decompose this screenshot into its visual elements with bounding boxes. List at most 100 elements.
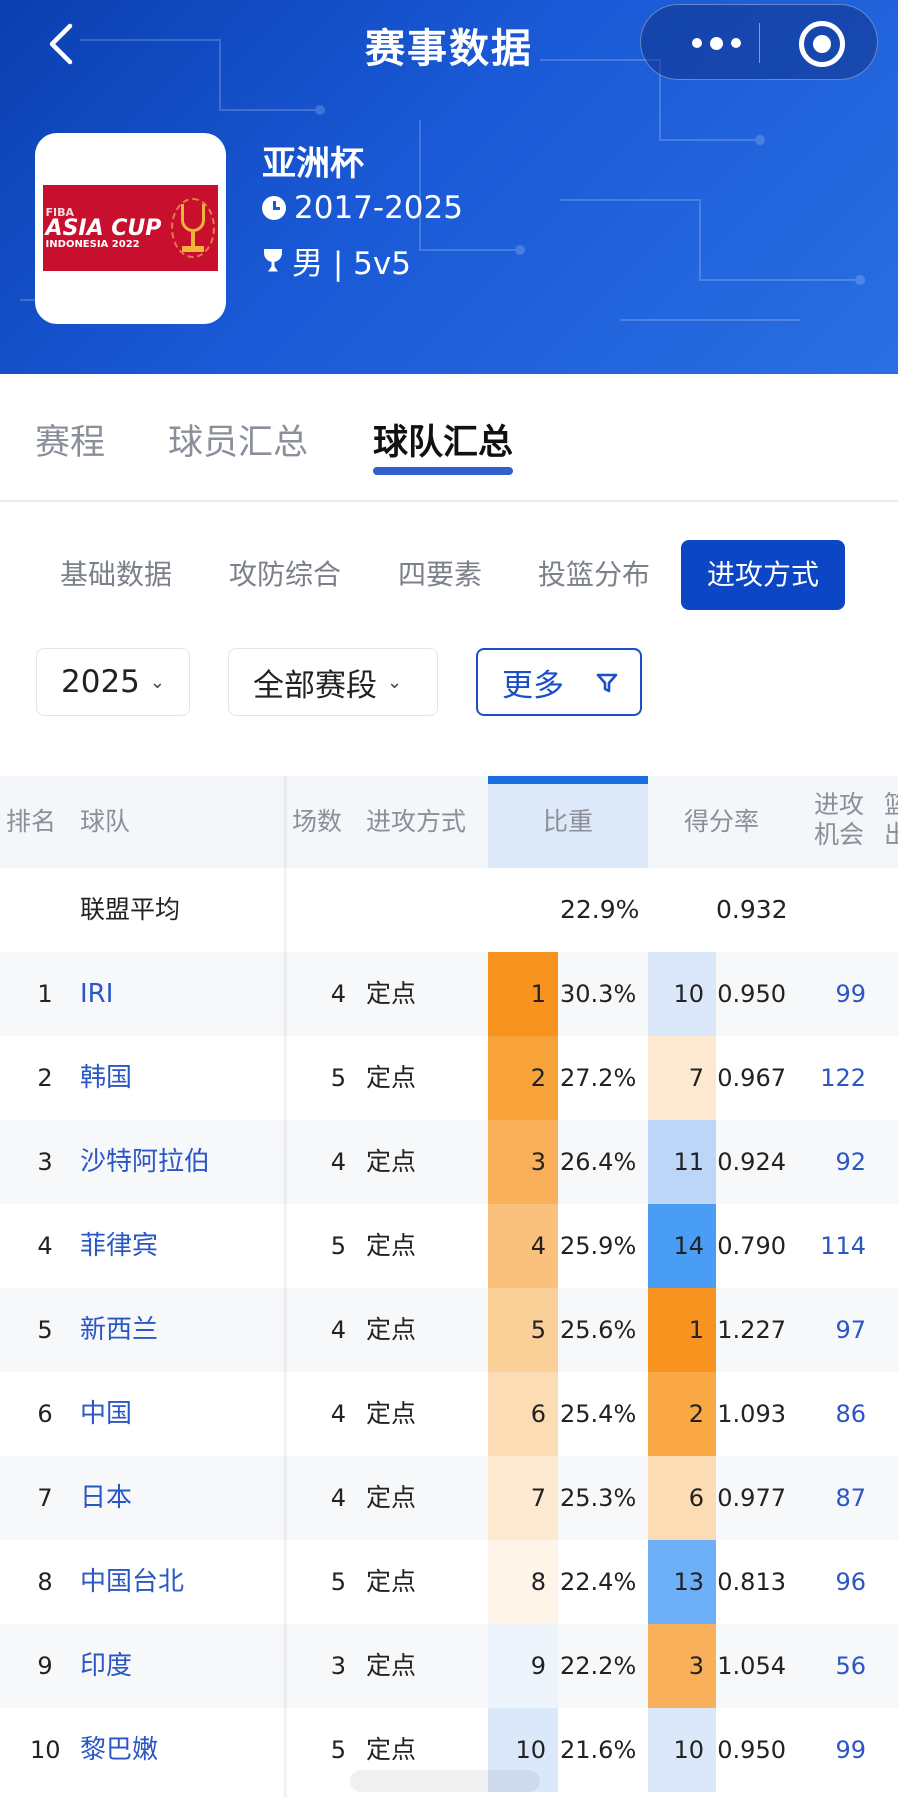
possessions-link[interactable]: 122 bbox=[810, 1036, 866, 1120]
rank-cell: 1 bbox=[37, 980, 53, 1008]
rate-rank-cell: 1 bbox=[648, 1288, 716, 1372]
tab-team-summary-label: 球队汇总 bbox=[373, 423, 514, 463]
tab-team-summary[interactable]: 球队汇总 bbox=[373, 414, 514, 475]
table-row[interactable]: 4 菲律宾 5 定点 4 25.9% 14 0.790 114 bbox=[0, 1204, 898, 1288]
games-cell: 5 bbox=[330, 1568, 346, 1596]
subtab-four-factors[interactable]: 四要素 bbox=[398, 540, 482, 610]
rank-cell: 5 bbox=[37, 1316, 53, 1344]
tab-schedule[interactable]: 赛程 bbox=[35, 414, 105, 465]
rank-cell: 7 bbox=[37, 1484, 53, 1512]
header-banner: 赛事数据 FIBA ASIA CUP INDONESIA 2022 亚洲杯 20… bbox=[0, 0, 898, 374]
col-extra[interactable]: 篮 出 bbox=[884, 790, 898, 850]
logo-title-text: ASIA CUP bbox=[45, 215, 162, 241]
subtab-offense-defense[interactable]: 攻防综合 bbox=[229, 540, 341, 610]
table-row[interactable]: 6 中国 4 定点 6 25.4% 2 1.093 86 bbox=[0, 1372, 898, 1456]
rate-rank-cell: 14 bbox=[648, 1204, 716, 1288]
possessions-link[interactable]: 97 bbox=[810, 1288, 866, 1372]
tab-player-summary[interactable]: 球员汇总 bbox=[168, 414, 308, 465]
games-cell: 3 bbox=[330, 1652, 346, 1680]
share-cell: 22.4% bbox=[560, 1568, 637, 1596]
table-row[interactable]: 2 韩国 5 定点 2 27.2% 7 0.967 122 bbox=[0, 1036, 898, 1120]
col-rank[interactable]: 排名 bbox=[6, 776, 56, 868]
col-possessions[interactable]: 进攻 机会 bbox=[814, 790, 864, 850]
rate-rank-cell: 3 bbox=[648, 1624, 716, 1708]
possessions-link[interactable]: 114 bbox=[810, 1204, 866, 1288]
team-link[interactable]: 新西兰 bbox=[80, 1288, 158, 1372]
play-type-cell: 定点 bbox=[366, 1147, 417, 1176]
rate-rank-cell: 7 bbox=[648, 1036, 716, 1120]
team-link[interactable]: 黎巴嫩 bbox=[80, 1708, 158, 1792]
rank-cell: 3 bbox=[37, 1148, 53, 1176]
games-cell: 4 bbox=[330, 980, 346, 1008]
possessions-link[interactable]: 92 bbox=[810, 1120, 866, 1204]
subtab-shot-distribution[interactable]: 投篮分布 bbox=[538, 540, 650, 610]
rank-cell: 10 bbox=[30, 1736, 61, 1764]
table-row[interactable]: 3 沙特阿拉伯 4 定点 3 26.4% 11 0.924 92 bbox=[0, 1120, 898, 1204]
share-rank-cell: 3 bbox=[488, 1120, 558, 1204]
chevron-down-icon: ⌄ bbox=[149, 671, 165, 693]
close-target-icon[interactable] bbox=[799, 21, 845, 67]
share-cell: 27.2% bbox=[560, 1064, 637, 1092]
table-row[interactable]: 8 中国台北 5 定点 8 22.4% 13 0.813 96 bbox=[0, 1540, 898, 1624]
app-root: 赛事数据 FIBA ASIA CUP INDONESIA 2022 亚洲杯 20… bbox=[0, 0, 898, 1798]
col-score-rate[interactable]: 得分率 bbox=[684, 776, 759, 868]
season-range: 2017-2025 bbox=[262, 190, 463, 226]
col-extra-line2: 出 bbox=[884, 820, 898, 849]
play-type-cell: 定点 bbox=[366, 1399, 417, 1428]
col-games[interactable]: 场数 bbox=[292, 776, 342, 868]
team-link[interactable]: 印度 bbox=[80, 1624, 132, 1708]
league-average-row: 联盟平均 22.9% 0.932 bbox=[0, 868, 898, 952]
team-link[interactable]: 日本 bbox=[80, 1456, 132, 1540]
share-cell: 22.2% bbox=[560, 1652, 637, 1680]
league-average-score-rate: 0.932 bbox=[716, 895, 788, 924]
share-cell: 25.6% bbox=[560, 1316, 637, 1344]
possessions-link[interactable]: 86 bbox=[810, 1372, 866, 1456]
league-format: 男 | 5v5 bbox=[262, 238, 411, 283]
possessions-link[interactable]: 87 bbox=[810, 1456, 866, 1540]
rate-rank-cell: 10 bbox=[648, 1708, 716, 1792]
possessions-link[interactable]: 56 bbox=[810, 1624, 866, 1708]
team-link[interactable]: 韩国 bbox=[80, 1036, 132, 1120]
col-possessions-line2: 机会 bbox=[814, 820, 865, 849]
possessions-link[interactable]: 99 bbox=[810, 1708, 866, 1792]
subtab-play-type[interactable]: 进攻方式 bbox=[681, 540, 846, 610]
active-tab-underline bbox=[373, 467, 514, 475]
subtab-basic-stats[interactable]: 基础数据 bbox=[60, 540, 172, 610]
score-rate-cell: 0.950 bbox=[717, 980, 786, 1008]
table-row[interactable]: 1 IRI 4 定点 1 30.3% 10 0.950 99 bbox=[0, 952, 898, 1036]
possessions-link[interactable]: 99 bbox=[810, 952, 866, 1036]
score-rate-cell: 1.093 bbox=[717, 1400, 786, 1428]
share-rank-cell: 9 bbox=[488, 1624, 558, 1708]
team-link[interactable]: 中国 bbox=[80, 1372, 132, 1456]
share-cell: 21.6% bbox=[560, 1736, 637, 1764]
play-type-cell: 定点 bbox=[366, 1231, 417, 1260]
stage-select-value: 全部赛段 bbox=[253, 667, 377, 704]
filter-icon bbox=[596, 673, 618, 693]
season-select[interactable]: 2025 ⌄ bbox=[36, 648, 190, 716]
play-type-cell: 定点 bbox=[366, 1483, 417, 1512]
table-row[interactable]: 9 印度 3 定点 9 22.2% 3 1.054 56 bbox=[0, 1624, 898, 1708]
share-cell: 25.9% bbox=[560, 1232, 637, 1260]
league-name: 亚洲杯 bbox=[262, 144, 364, 184]
more-filters-button[interactable]: 更多 bbox=[476, 648, 642, 716]
possessions-link[interactable]: 96 bbox=[810, 1540, 866, 1624]
chevron-down-icon: ⌄ bbox=[387, 671, 403, 693]
play-type-cell: 定点 bbox=[366, 1651, 417, 1680]
team-link[interactable]: 菲律宾 bbox=[80, 1204, 158, 1288]
trophy-small-icon bbox=[262, 248, 284, 273]
table-row[interactable]: 7 日本 4 定点 7 25.3% 6 0.977 87 bbox=[0, 1456, 898, 1540]
col-share-label: 比重 bbox=[542, 807, 593, 836]
col-share[interactable]: 比重 bbox=[488, 776, 648, 868]
team-link[interactable]: 沙特阿拉伯 bbox=[80, 1120, 210, 1204]
rate-rank-cell: 11 bbox=[648, 1120, 716, 1204]
share-cell: 26.4% bbox=[560, 1148, 637, 1176]
team-link[interactable]: 中国台北 bbox=[80, 1540, 184, 1624]
capsule-divider bbox=[759, 23, 760, 63]
team-link[interactable]: IRI bbox=[80, 952, 113, 1036]
play-type-cell: 定点 bbox=[366, 1315, 417, 1344]
stage-select[interactable]: 全部赛段 ⌄ bbox=[228, 648, 438, 716]
table-row[interactable]: 5 新西兰 4 定点 5 25.6% 1 1.227 97 bbox=[0, 1288, 898, 1372]
rank-cell: 8 bbox=[37, 1568, 53, 1596]
share-cell: 25.3% bbox=[560, 1484, 637, 1512]
more-options-button[interactable] bbox=[671, 25, 761, 61]
